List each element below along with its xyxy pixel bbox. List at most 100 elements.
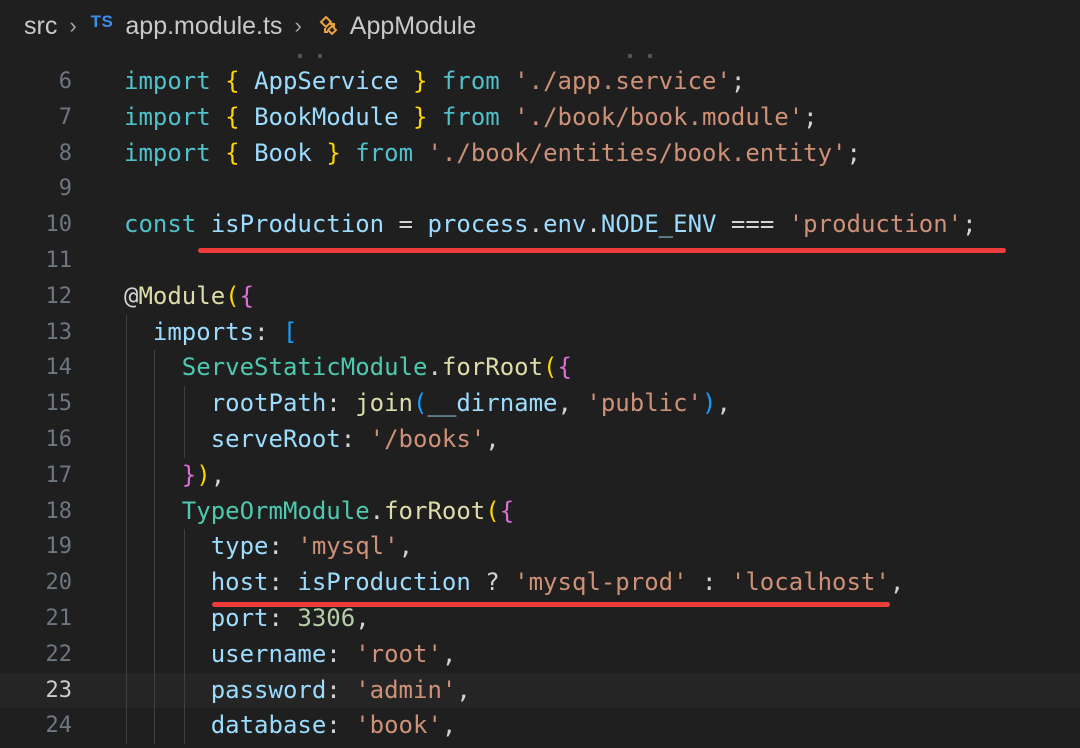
code-token: username (210, 639, 327, 668)
breadcrumb-folder[interactable]: src (24, 12, 57, 41)
code-text: username: 'root', (124, 637, 457, 673)
line-number: 6 (58, 69, 72, 94)
scrolled-line-fragment (0, 52, 1080, 64)
code-text: password: 'admin', (124, 673, 471, 709)
code-token: 'mysql-prod' (514, 568, 688, 597)
code-text: host: isProduction ? 'mysql-prod' : 'loc… (124, 565, 905, 601)
breadcrumb: src › TS app.module.ts › AppModule (0, 0, 1080, 52)
code-token: imports (152, 317, 255, 346)
code-token: . (427, 353, 442, 382)
code-token: : (268, 532, 298, 561)
code-line[interactable]: 22 username: 'root', (0, 637, 1080, 673)
breadcrumb-symbol[interactable]: AppModule (350, 12, 476, 41)
code-line[interactable]: 13 imports: [ (0, 315, 1080, 351)
code-token: from (441, 102, 500, 131)
code-token: './app.service' (514, 67, 731, 95)
code-token: { (225, 67, 240, 95)
code-token: @ (124, 281, 139, 310)
code-token: ( (413, 389, 428, 418)
code-token: , (398, 532, 414, 561)
code-token: Book (254, 138, 312, 167)
code-text: }), (124, 458, 225, 494)
code-token: './book/book.module' (514, 102, 804, 131)
code-token: ( (225, 281, 240, 310)
code-token: ; (730, 67, 746, 95)
code-line[interactable]: 20 host: isProduction ? 'mysql-prod' : '… (0, 565, 1080, 601)
code-token: import (124, 67, 211, 95)
highlight-underline-line-20 (212, 602, 890, 607)
line-number: 23 (45, 677, 73, 703)
code-line[interactable]: 17 }), (0, 458, 1080, 494)
line-number: 8 (58, 140, 72, 166)
code-token: env (543, 210, 587, 239)
code-line[interactable]: 8 import { Book } from './book/entities/b… (0, 136, 1080, 172)
code-token: 'admin' (355, 675, 457, 704)
code-token: : (326, 639, 356, 668)
code-text: TypeOrmModule.forRoot({ (124, 494, 514, 530)
code-token: ) (702, 389, 717, 418)
code-token: port (210, 603, 269, 632)
code-line[interactable]: 14 ServeStaticModule.forRoot({ (0, 350, 1080, 386)
indent-guide (126, 314, 127, 745)
code-token: rootPath (210, 389, 327, 418)
line-number: 7 (58, 104, 72, 130)
code-line[interactable]: 6 import { AppService } from './app.servi… (0, 64, 1080, 100)
code-token: = (384, 210, 428, 239)
code-text: import { Book } from './book/entities/bo… (124, 136, 861, 172)
code-token: === (716, 210, 789, 239)
code-line[interactable]: 12 @Module({ (0, 279, 1080, 315)
code-token: : (326, 389, 356, 418)
code-token: from (441, 67, 500, 95)
code-token: 'localhost' (730, 568, 890, 597)
code-line[interactable]: 19 type: 'mysql', (0, 529, 1080, 565)
code-token: [ (282, 317, 298, 346)
code-text: const isProduction = process.env.NODE_EN… (124, 207, 977, 243)
code-token: ( (543, 353, 558, 382)
code-token: , (355, 603, 370, 632)
code-line[interactable]: 18 TypeOrmModule.forRoot({ (0, 494, 1080, 530)
code-line[interactable]: 16 serveRoot: '/books', (0, 422, 1080, 458)
code-token: NODE_ENV (600, 210, 717, 239)
code-token: , (485, 424, 500, 453)
code-token: forRoot (384, 496, 486, 525)
code-line[interactable]: 10 const isProduction = process.env.NODE_… (0, 207, 1080, 243)
code-token: { (225, 102, 240, 131)
code-lines[interactable]: 6 import { AppService } from './app.servi… (0, 64, 1080, 745)
breadcrumb-file[interactable]: app.module.ts (125, 12, 282, 41)
code-token: . (369, 496, 385, 525)
code-line[interactable]: 7 import { BookModule } from './book/book… (0, 100, 1080, 136)
line-number: 14 (45, 355, 73, 381)
code-token: ServeStaticModule (181, 353, 428, 382)
code-text: import { AppService } from './app.servic… (124, 64, 745, 100)
code-token: } (413, 102, 428, 131)
typescript-file-icon: TS (90, 12, 114, 31)
code-line[interactable]: 24 database: 'book', (0, 708, 1080, 744)
code-editor: src › TS app.module.ts › AppModule 6 impo… (0, 0, 1080, 748)
code-token: ; (846, 138, 861, 167)
code-token: join (355, 389, 413, 418)
code-token: : (268, 603, 298, 632)
code-line[interactable]: 15 rootPath: join(__dirname, 'public'), (0, 386, 1080, 422)
code-token: , (210, 460, 226, 489)
code-line[interactable]: 9 (0, 171, 1080, 207)
code-token: { (499, 496, 515, 525)
code-line[interactable]: 23 password: 'admin', (0, 672, 1080, 709)
code-token: , (889, 568, 905, 597)
code-token: ( (485, 496, 500, 525)
code-token: , (557, 389, 587, 418)
code-token: __dirname (427, 389, 558, 418)
